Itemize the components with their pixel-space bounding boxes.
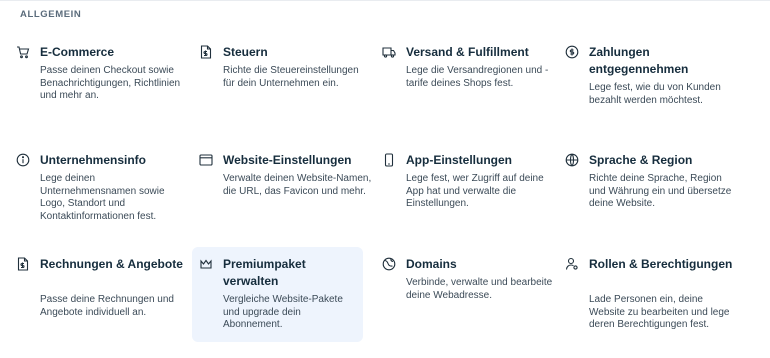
tax-document-icon xyxy=(199,45,213,59)
card-title: Steuern xyxy=(223,45,268,59)
crown-icon xyxy=(199,257,213,271)
card-title: Website-Einstellungen xyxy=(223,153,352,167)
card-description: Verbinde, verwalte und bearbeite deine W… xyxy=(406,277,553,301)
dollar-coin-icon xyxy=(565,45,579,59)
card-domains[interactable]: Domains Verbinde, verwalte und bearbeite… xyxy=(382,256,552,316)
card-rechnungen-angebote[interactable]: Rechnungen & Angebote Passe deine Rechnu… xyxy=(16,256,186,332)
card-premiumpaket[interactable]: Premiumpaket verwalten Vergleiche Websit… xyxy=(192,247,363,342)
card-description: Lege deinen Unternehmensnamen sowie Logo… xyxy=(40,173,165,222)
card-title: Rechnungen & Angebote xyxy=(40,257,183,271)
card-versand-fulfillment[interactable]: Versand & Fulfillment Lege die Versandre… xyxy=(382,44,552,104)
card-app-einstellungen[interactable]: App-Einstellungen Lege fest, wer Zugriff… xyxy=(382,152,552,212)
card-title: Rollen & Berechtigungen xyxy=(589,257,733,271)
card-description: Vergleiche Website-Pakete und upgrade de… xyxy=(223,294,343,330)
card-description: Verwalte deinen Website-Namen, die URL, … xyxy=(223,173,372,197)
card-description: Richte deine Sprache, Region und Währung… xyxy=(589,173,732,209)
section-title: ALLGEMEIN xyxy=(20,9,82,20)
truck-icon xyxy=(382,45,396,59)
card-title: Unternehmensinfo xyxy=(40,153,147,167)
mobile-phone-icon xyxy=(382,153,396,167)
card-description: Lade Personen ein, deine Website zu bear… xyxy=(589,294,730,330)
card-description: Passe deinen Checkout sowie Benachrichti… xyxy=(40,65,181,101)
card-title: Domains xyxy=(406,257,457,271)
card-rollen-berechtigungen[interactable]: Rollen & Berechtigungen Lade Personen ei… xyxy=(565,256,735,346)
card-title: Versand & Fulfillment xyxy=(406,45,529,59)
card-description: Lege fest, wie du von Kunden bezahlt wer… xyxy=(589,82,721,106)
card-description: Lege die Versandregionen und -tarife dei… xyxy=(406,65,549,89)
globe-icon xyxy=(565,153,579,167)
domain-globe-icon xyxy=(382,257,396,271)
card-title: E-Commerce xyxy=(40,45,115,59)
card-sprache-region[interactable]: Sprache & Region Richte deine Sprache, R… xyxy=(565,152,735,224)
invoice-icon xyxy=(16,257,30,271)
card-title: Premiumpaket verwalten xyxy=(223,257,306,288)
card-description: Passe deine Rechnungen und Angebote indi… xyxy=(40,294,174,318)
top-divider xyxy=(0,0,770,1)
card-title: Sprache & Region xyxy=(589,153,693,167)
card-zahlungen[interactable]: Zahlungen entgegennehmen Lege fest, wie … xyxy=(565,44,735,120)
info-icon xyxy=(16,153,30,167)
browser-window-icon xyxy=(199,153,213,167)
card-title: Zahlungen entgegennehmen xyxy=(589,45,689,76)
card-title: App-Einstellungen xyxy=(406,153,512,167)
cart-icon xyxy=(16,45,30,59)
card-description: Lege fest, wer Zugriff auf deine App hat… xyxy=(406,173,544,209)
card-website-einstellungen[interactable]: Website-Einstellungen Verwalte deinen We… xyxy=(199,152,371,212)
user-settings-icon xyxy=(565,257,579,271)
card-description: Richte die Steuereinstellungen für dein … xyxy=(223,65,359,89)
card-steuern[interactable]: Steuern Richte die Steuereinstellungen f… xyxy=(199,44,369,104)
card-unternehmensinfo[interactable]: Unternehmensinfo Lege deinen Unternehmen… xyxy=(16,152,186,224)
card-e-commerce[interactable]: E-Commerce Passe deinen Checkout sowie B… xyxy=(16,44,186,104)
